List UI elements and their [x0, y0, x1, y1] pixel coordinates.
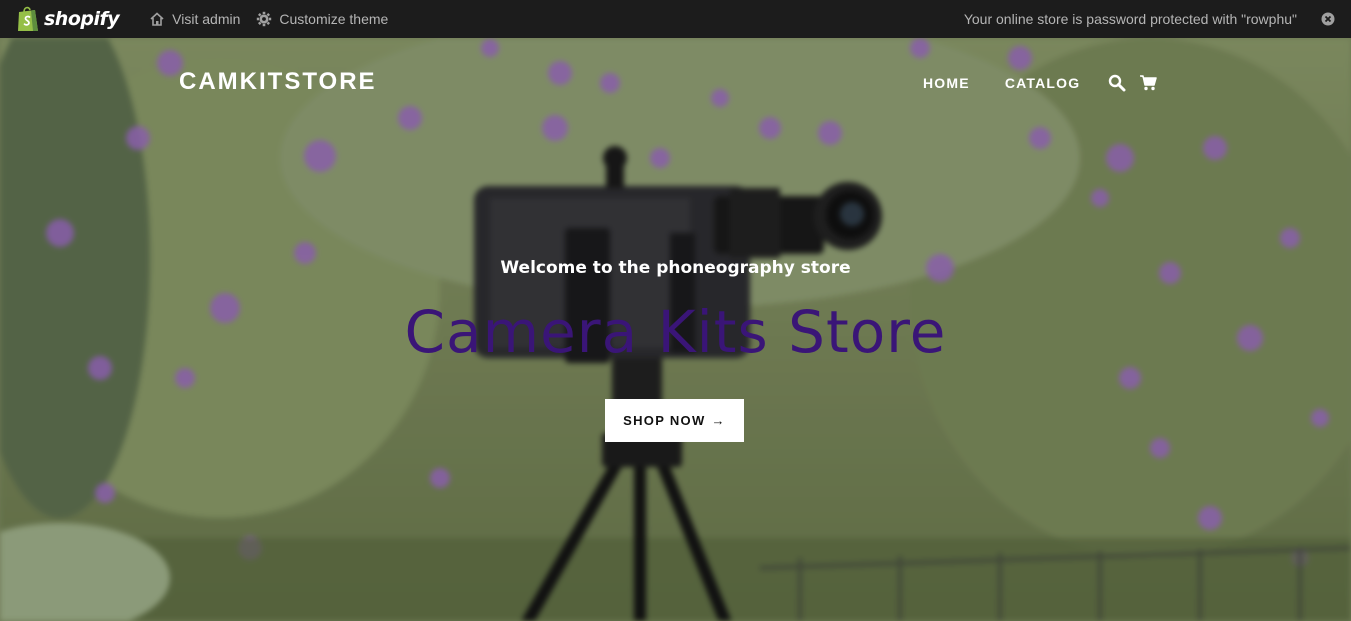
- shopify-wordmark: shopify: [44, 8, 120, 30]
- hero-banner: CAMKITSTORE HOME CATALOG Welcome to the …: [0, 38, 1351, 621]
- shop-now-button[interactable]: SHOP NOW →: [605, 399, 744, 442]
- customize-theme-label: Customize theme: [279, 11, 389, 27]
- nav-home[interactable]: HOME: [923, 75, 970, 91]
- hero-title: Camera Kits Store: [404, 298, 947, 366]
- shopify-admin-bar: shopify Visit admin Customize theme Your…: [0, 0, 1351, 38]
- password-notice: Your online store is password protected …: [963, 11, 1297, 27]
- visit-admin-link[interactable]: Visit admin: [149, 11, 240, 27]
- cart-icon[interactable]: [1139, 74, 1158, 92]
- home-icon: [150, 12, 164, 26]
- gear-icon: [257, 11, 272, 27]
- shopify-bag-icon: [18, 6, 38, 31]
- customize-theme-link[interactable]: Customize theme: [256, 11, 388, 27]
- arrow-right-icon: →: [711, 413, 726, 428]
- site-logo[interactable]: CAMKITSTORE: [179, 68, 377, 96]
- search-icon[interactable]: [1108, 74, 1126, 92]
- admin-bar-right: Your online store is password protected …: [964, 11, 1351, 27]
- shopify-logo[interactable]: shopify: [16, 0, 120, 38]
- visit-admin-label: Visit admin: [172, 11, 241, 27]
- close-icon[interactable]: [1321, 12, 1335, 26]
- site-nav: HOME CATALOG: [923, 74, 1158, 92]
- site-header: CAMKITSTORE HOME CATALOG: [0, 38, 1351, 126]
- nav-catalog[interactable]: CATALOG: [1005, 75, 1081, 91]
- shop-now-label: SHOP NOW: [623, 413, 706, 428]
- hero-subtitle: Welcome to the phoneography store: [500, 258, 851, 278]
